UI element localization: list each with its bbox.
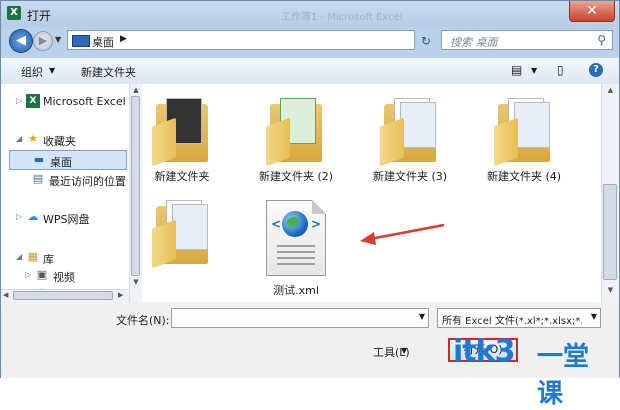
sidebar-item-desktop[interactable]: ▬ 桌面 [9, 150, 127, 170]
watermark-text: 一堂课 [537, 342, 590, 409]
help-icon[interactable]: ? [589, 63, 603, 77]
scroll-left-icon[interactable]: ◀ [3, 291, 8, 299]
folder-item[interactable]: 新建文件夹 [127, 98, 237, 184]
file-type-select[interactable]: 所有 Excel 文件(*.xl*;*.xlsx;*.xl ▼ [437, 308, 601, 328]
back-button[interactable]: ◀ [9, 29, 33, 53]
search-icon[interactable]: ⚲ [597, 33, 606, 47]
scrollbar-thumb[interactable] [13, 291, 113, 300]
excel-icon: X [26, 94, 40, 108]
star-icon: ★ [28, 132, 38, 145]
folder-icon [266, 98, 326, 167]
dialog-title: 打开 [27, 9, 52, 23]
xml-file-item[interactable]: < > 测试.xml [241, 200, 351, 298]
sidebar-item-libraries[interactable]: ◢ ▦ 库 [1, 248, 129, 268]
file-name: 新建文件夹 [154, 170, 210, 183]
desktop-icon: ▬ [33, 153, 45, 166]
desktop-icon [72, 35, 90, 47]
scroll-right-icon[interactable]: ▶ [118, 291, 123, 299]
scroll-down-icon[interactable]: ▼ [130, 278, 142, 286]
recent-icon: ▤ [32, 172, 44, 185]
view-icon[interactable]: ▤ [511, 63, 522, 77]
sidebar-item-recent[interactable]: ▤ 最近访问的位置 [1, 170, 129, 190]
file-name: 新建文件夹 (2) [258, 170, 334, 183]
sidebar-horizontal-scrollbar[interactable]: ◀ ▶ [1, 289, 129, 302]
chevron-down-icon[interactable]: ▼ [591, 312, 597, 321]
refresh-icon[interactable]: ↻ [421, 34, 431, 48]
expand-icon[interactable]: ▷ [25, 270, 31, 279]
new-folder-button[interactable]: 新建文件夹 [81, 64, 136, 80]
folder-item[interactable] [127, 200, 237, 270]
folder-icon [152, 98, 212, 167]
scroll-up-icon[interactable]: ▲ [130, 86, 142, 94]
collapse-icon[interactable]: ◢ [16, 252, 22, 261]
folder-item[interactable]: 新建文件夹 (4) [469, 98, 579, 184]
red-annotation-arrow [360, 223, 445, 245]
sidebar-item-videos[interactable]: ▷ ▣ 视频 [1, 266, 129, 286]
search-box[interactable]: 搜索 桌面 ⚲ [441, 30, 613, 50]
recent-pages-dropdown[interactable]: ▼ [55, 35, 61, 44]
sidebar-item-favorites[interactable]: ◢ ★ 收藏夹 [1, 130, 129, 150]
view-dropdown-icon[interactable]: ▼ [531, 66, 537, 75]
browser-area: ▷ X Microsoft Excel ◢ ★ 收藏夹 ▬ 桌面 ▤ 最近访问的… [1, 84, 619, 302]
navigation-pane: ▷ X Microsoft Excel ◢ ★ 收藏夹 ▬ 桌面 ▤ 最近访问的… [1, 84, 129, 302]
sidebar-item-microsoft-excel[interactable]: ▷ X Microsoft Excel [1, 92, 129, 112]
file-name: 测试.xml [273, 284, 319, 297]
sidebar-item-label: 收藏夹 [43, 135, 76, 148]
folder-icon [494, 98, 554, 167]
organize-button[interactable]: 组织 [21, 64, 43, 80]
sidebar-item-label: Microsoft Excel [43, 95, 126, 108]
open-button[interactable]: 打开(O) [448, 338, 518, 362]
expand-icon[interactable]: ▷ [16, 96, 22, 105]
address-bar[interactable]: 桌面 ▶ [67, 30, 415, 50]
video-icon: ▣ [36, 268, 48, 281]
folder-icon [152, 200, 212, 269]
sidebar-item-label: WPS网盘 [43, 213, 90, 226]
sidebar-item-label: 最近访问的位置 [49, 175, 126, 188]
file-name: 新建文件夹 (3) [372, 170, 448, 183]
title-bar: X 打开 工作簿1 - Microsoft Excel ✕ [1, 1, 619, 27]
command-toolbar: 组织 ▼ 新建文件夹 ▤ ▼ ▯ ? [1, 57, 619, 85]
file-type-value: 所有 Excel 文件(*.xl*;*.xlsx;*.xl [442, 316, 582, 327]
scroll-down-icon[interactable]: ▼ [602, 286, 619, 294]
scroll-up-icon[interactable]: ▲ [602, 86, 619, 94]
sidebar-item-label: 视频 [53, 271, 75, 284]
navigation-bar: ◀ ▶ ▼ 桌面 ▶ ↻ 搜索 桌面 ⚲ [1, 27, 619, 55]
tools-dropdown-icon[interactable]: ▼ [401, 346, 407, 355]
background-window-title: 工作簿1 - Microsoft Excel [281, 12, 403, 23]
expand-icon[interactable]: ▷ [16, 212, 22, 221]
breadcrumb-desktop[interactable]: 桌面 [92, 34, 114, 50]
sidebar-item-wps-cloud[interactable]: ▷ ☁ WPS网盘 [1, 208, 129, 228]
sidebar-item-label: 桌面 [50, 156, 72, 169]
files-vertical-scrollbar[interactable]: ▲ ▼ [601, 84, 619, 302]
cloud-icon: ☁ [27, 210, 39, 223]
close-button[interactable]: ✕ [569, 1, 615, 22]
excel-app-icon: X [7, 6, 21, 20]
filename-input[interactable]: ▼ [171, 308, 429, 328]
open-dialog: X 打开 工作簿1 - Microsoft Excel ✕ ◀ ▶ ▼ 桌面 ▶… [0, 0, 620, 409]
chevron-down-icon[interactable]: ▼ [419, 312, 425, 321]
search-placeholder: 搜索 桌面 [450, 36, 498, 49]
forward-button[interactable]: ▶ [33, 31, 53, 51]
folder-icon [380, 98, 440, 167]
collapse-icon[interactable]: ◢ [16, 134, 22, 143]
dialog-footer: 文件名(N): ▼ 所有 Excel 文件(*.xl*;*.xlsx;*.xl … [1, 302, 619, 409]
preview-pane-icon[interactable]: ▯ [557, 63, 564, 77]
library-icon: ▦ [27, 250, 39, 263]
breadcrumb-chevron-icon[interactable]: ▶ [120, 34, 127, 44]
file-name: 新建文件夹 (4) [486, 170, 562, 183]
organize-dropdown-icon[interactable]: ▼ [49, 66, 55, 75]
file-list: 新建文件夹 新建文件夹 (2) 新建文件夹 (3) 新建文件夹 (4) < > … [143, 84, 601, 302]
xml-file-icon: < > [266, 200, 326, 276]
filename-label: 文件名(N): [116, 314, 170, 327]
folder-item[interactable]: 新建文件夹 (3) [355, 98, 465, 184]
sidebar-item-label: 库 [43, 253, 54, 266]
scrollbar-thumb[interactable] [603, 184, 617, 280]
folder-item[interactable]: 新建文件夹 (2) [241, 98, 351, 184]
